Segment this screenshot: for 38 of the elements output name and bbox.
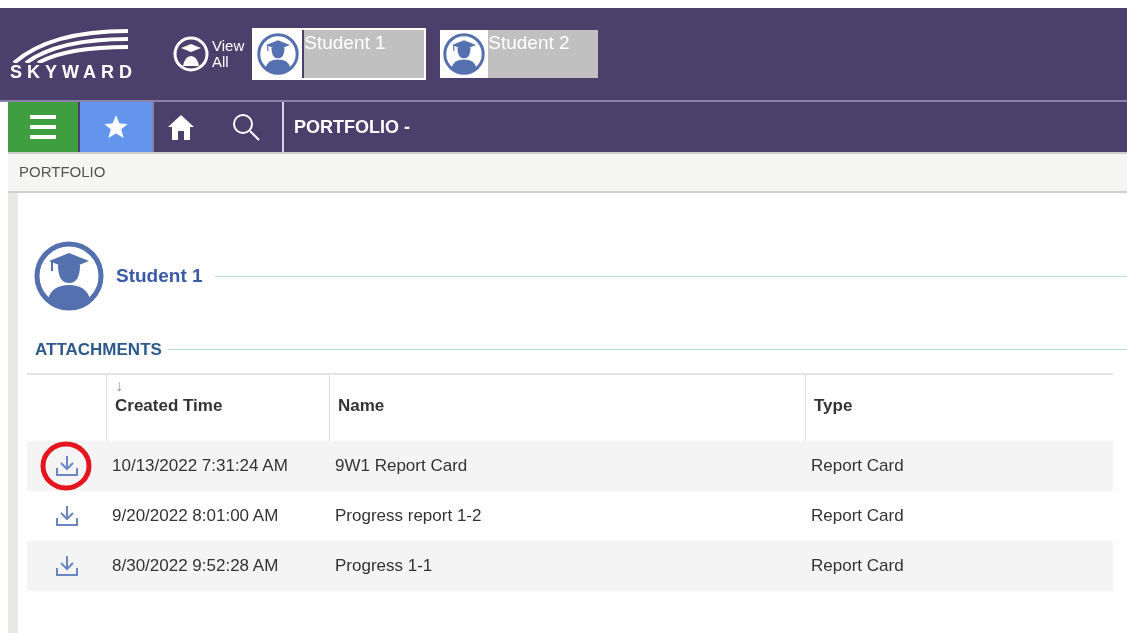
table-cell-text: 8/30/2022 9:52:28 AM: [111, 554, 280, 577]
column-header[interactable]: Type: [805, 374, 1113, 441]
student-name: Student 1: [304, 32, 386, 53]
student-name: Student 2: [488, 32, 570, 53]
download-icon[interactable]: [53, 503, 80, 528]
section-title: ATTACHMENTS: [35, 339, 162, 361]
table-cell-text: 10/13/2022 7:31:24 AM: [111, 454, 289, 477]
table-cell-text: Progress report 1-2: [334, 504, 483, 527]
view-all-button[interactable]: View All: [172, 35, 245, 73]
favorites-button[interactable]: [80, 102, 152, 152]
table-cell-text: Report Card: [810, 504, 905, 527]
logo-arcs-icon: [10, 27, 130, 63]
download-icon[interactable]: [53, 453, 80, 478]
home-icon[interactable]: [166, 112, 196, 142]
menu-icon: [28, 114, 58, 140]
column-header[interactable]: Name: [329, 374, 805, 441]
table-cell-text: 9W1 Report Card: [334, 454, 469, 477]
download-icon[interactable]: [53, 553, 80, 578]
table-row[interactable]: 10/13/2022 7:31:24 AM 9W1 Report Card Report Card: [27, 440, 1113, 491]
table-cell-text: Report Card: [810, 454, 905, 477]
table-row[interactable]: 8/30/2022 9:52:28 AM Progress 1-1 Report Card: [27, 540, 1113, 591]
table-cell-text: Progress 1-1: [334, 554, 434, 577]
menu-button[interactable]: [8, 102, 78, 152]
page-title: PORTFOLIO -: [294, 115, 410, 139]
student-icon: [172, 35, 210, 73]
table-cell-text: 9/20/2022 8:01:00 AM: [111, 504, 280, 527]
search-icon[interactable]: [232, 113, 260, 141]
view-all-label: All: [212, 54, 230, 70]
table-cell-text: Report Card: [810, 554, 905, 577]
sort-arrow: ↓: [115, 379, 123, 393]
logo-text: SKYWARD: [10, 63, 137, 81]
student-heading: Student 1: [116, 263, 203, 288]
view-all-label: View: [212, 38, 245, 54]
column-header[interactable]: ↓ Created Time: [106, 374, 329, 441]
breadcrumb[interactable]: PORTFOLIO: [19, 161, 106, 184]
student-avatar-icon: [443, 33, 486, 75]
student-avatar-icon: [34, 241, 104, 311]
student-avatar-icon: [257, 33, 300, 75]
